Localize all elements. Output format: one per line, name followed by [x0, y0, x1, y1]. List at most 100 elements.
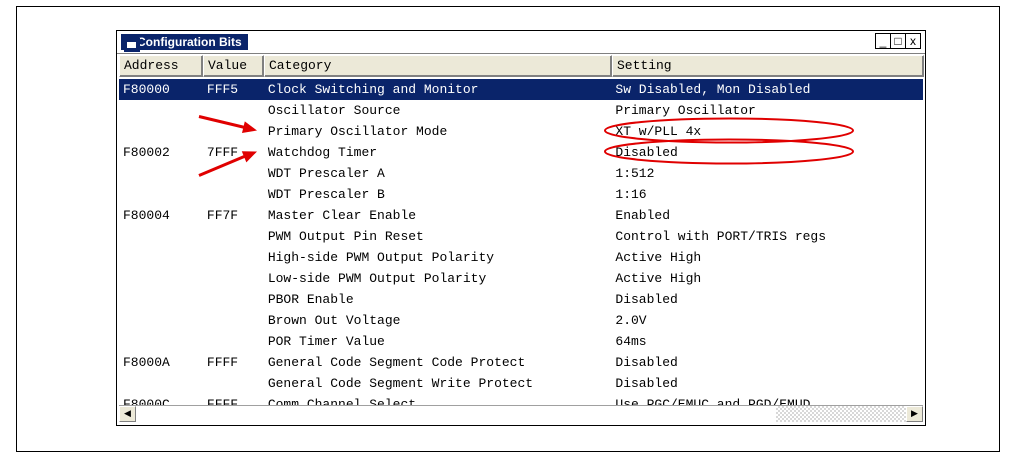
- cell-value: [203, 121, 264, 142]
- cell-address: F80002: [123, 145, 170, 160]
- table-row[interactable]: PWM Output Pin Reset Control with PORT/TR…: [119, 226, 923, 247]
- cell-value: [203, 310, 264, 331]
- cell-value: FFF5: [206, 82, 239, 97]
- table-row[interactable]: High-side PWM Output Polarity Active High: [119, 247, 923, 268]
- cell-category: General Code Segment Write Protect: [267, 376, 534, 391]
- cell-category: PBOR Enable: [267, 292, 354, 307]
- cell-setting: Disabled: [615, 355, 678, 370]
- cell-category: Watchdog Timer: [267, 145, 378, 160]
- cell-address: [119, 247, 203, 268]
- cell-address: [119, 310, 203, 331]
- config-rows: F80000 FFF5 Clock Switching and Monitor Sw …: [119, 79, 923, 405]
- table-row[interactable]: F8000C FFFF Comm Channel Select Use PGC/EMU…: [119, 394, 923, 405]
- cell-category: WDT Prescaler B: [267, 187, 385, 202]
- cell-address: [119, 268, 203, 289]
- cell-value: 7FFF: [206, 145, 239, 160]
- cell-setting: Disabled: [615, 145, 678, 160]
- cell-value: [203, 331, 264, 352]
- cell-setting: 1:512: [615, 166, 655, 181]
- scroll-right-button[interactable]: ▶: [906, 406, 923, 422]
- cell-address: F8000C: [123, 397, 170, 405]
- cell-setting: 1:16: [615, 187, 647, 202]
- cell-category: Brown Out Voltage: [267, 313, 401, 328]
- window-title: Configuration Bits: [121, 34, 248, 52]
- cell-address: [119, 121, 203, 142]
- window-icon: [124, 38, 140, 52]
- cell-setting: Enabled: [615, 208, 670, 223]
- scroll-track[interactable]: [136, 406, 906, 422]
- cell-category: Primary Oscillator Mode: [267, 124, 448, 139]
- cell-value: [203, 289, 264, 310]
- cell-setting: Disabled: [615, 376, 678, 391]
- column-header-category[interactable]: Category: [264, 55, 612, 77]
- table-row[interactable]: WDT Prescaler A 1:512: [119, 163, 923, 184]
- table-row[interactable]: F80004 FF7F Master Clear Enable Enabled: [119, 205, 923, 226]
- cell-value: [203, 226, 264, 247]
- window-controls: _ □ x: [875, 33, 921, 50]
- config-grid: Address Value Category Setting F80000 FFF…: [117, 53, 925, 405]
- cell-setting: Primary Oscillator: [615, 103, 756, 118]
- scroll-left-icon: ◀: [124, 409, 131, 419]
- table-row[interactable]: F80000 FFF5 Clock Switching and Monitor Sw …: [119, 79, 923, 100]
- scroll-right-icon: ▶: [911, 409, 918, 419]
- cell-category: Clock Switching and Monitor: [267, 82, 479, 97]
- table-row[interactable]: WDT Prescaler B 1:16: [119, 184, 923, 205]
- cell-address: [119, 289, 203, 310]
- scroll-thumb[interactable]: [136, 406, 776, 422]
- cell-value: [203, 184, 264, 205]
- cell-category: WDT Prescaler A: [267, 166, 385, 181]
- cell-category: PWM Output Pin Reset: [267, 229, 424, 244]
- table-row[interactable]: Primary Oscillator Mode XT w/PLL 4x: [119, 121, 923, 142]
- cell-category: High-side PWM Output Polarity: [267, 250, 495, 265]
- maximize-button[interactable]: □: [890, 33, 906, 49]
- cell-value: FF7F: [206, 208, 239, 223]
- cell-value: FFFF: [206, 397, 239, 405]
- cell-address: [119, 184, 203, 205]
- window-title-label: Configuration Bits: [137, 35, 242, 49]
- title-bar[interactable]: Configuration Bits _ □ x: [117, 31, 925, 54]
- cell-setting: Active High: [615, 250, 702, 265]
- cell-value: [203, 268, 264, 289]
- table-row[interactable]: Oscillator Source Primary Oscillator: [119, 100, 923, 121]
- cell-address: [119, 100, 203, 121]
- column-header-value[interactable]: Value: [203, 55, 264, 77]
- close-button[interactable]: x: [905, 33, 921, 49]
- horizontal-scrollbar[interactable]: ◀ ▶: [119, 405, 923, 422]
- cell-address: [119, 373, 203, 394]
- cell-setting: 2.0V: [615, 313, 647, 328]
- cell-setting: 64ms: [615, 334, 647, 349]
- cell-address: F80000: [123, 82, 170, 97]
- table-row[interactable]: Low-side PWM Output Polarity Active High: [119, 268, 923, 289]
- cell-category: Low-side PWM Output Polarity: [267, 271, 487, 286]
- cell-category: Comm Channel Select: [267, 397, 417, 405]
- cell-setting: Use PGC/EMUC and PGD/EMUD: [615, 397, 811, 405]
- minimize-button[interactable]: _: [875, 33, 891, 49]
- table-row[interactable]: General Code Segment Write Protect Disabl…: [119, 373, 923, 394]
- cell-value: [203, 373, 264, 394]
- table-row[interactable]: POR Timer Value 64ms: [119, 331, 923, 352]
- cell-address: F8000A: [123, 355, 170, 370]
- table-row[interactable]: Brown Out Voltage 2.0V: [119, 310, 923, 331]
- cell-setting: Control with PORT/TRIS regs: [615, 229, 827, 244]
- cell-category: Oscillator Source: [267, 103, 401, 118]
- cell-value: [203, 100, 264, 121]
- column-header-row: Address Value Category Setting: [119, 55, 924, 77]
- table-row[interactable]: PBOR Enable Disabled: [119, 289, 923, 310]
- cell-category: General Code Segment Code Protect: [267, 355, 526, 370]
- column-header-address[interactable]: Address: [119, 55, 203, 77]
- cell-category: Master Clear Enable: [267, 208, 417, 223]
- cell-value: FFFF: [206, 355, 239, 370]
- cell-address: F80004: [123, 208, 170, 223]
- cell-setting: Active High: [615, 271, 702, 286]
- table-row[interactable]: F80002 7FFF Watchdog Timer Disabled: [119, 142, 923, 163]
- cell-category: POR Timer Value: [267, 334, 385, 349]
- cell-setting: Sw Disabled, Mon Disabled: [615, 82, 811, 97]
- cell-address: [119, 226, 203, 247]
- cell-address: [119, 331, 203, 352]
- column-header-setting[interactable]: Setting: [612, 55, 924, 77]
- cell-address: [119, 163, 203, 184]
- cell-value: [203, 247, 264, 268]
- scroll-left-button[interactable]: ◀: [119, 406, 136, 422]
- cell-setting: XT w/PLL 4x: [615, 124, 702, 139]
- table-row[interactable]: F8000A FFFF General Code Segment Code Prot…: [119, 352, 923, 373]
